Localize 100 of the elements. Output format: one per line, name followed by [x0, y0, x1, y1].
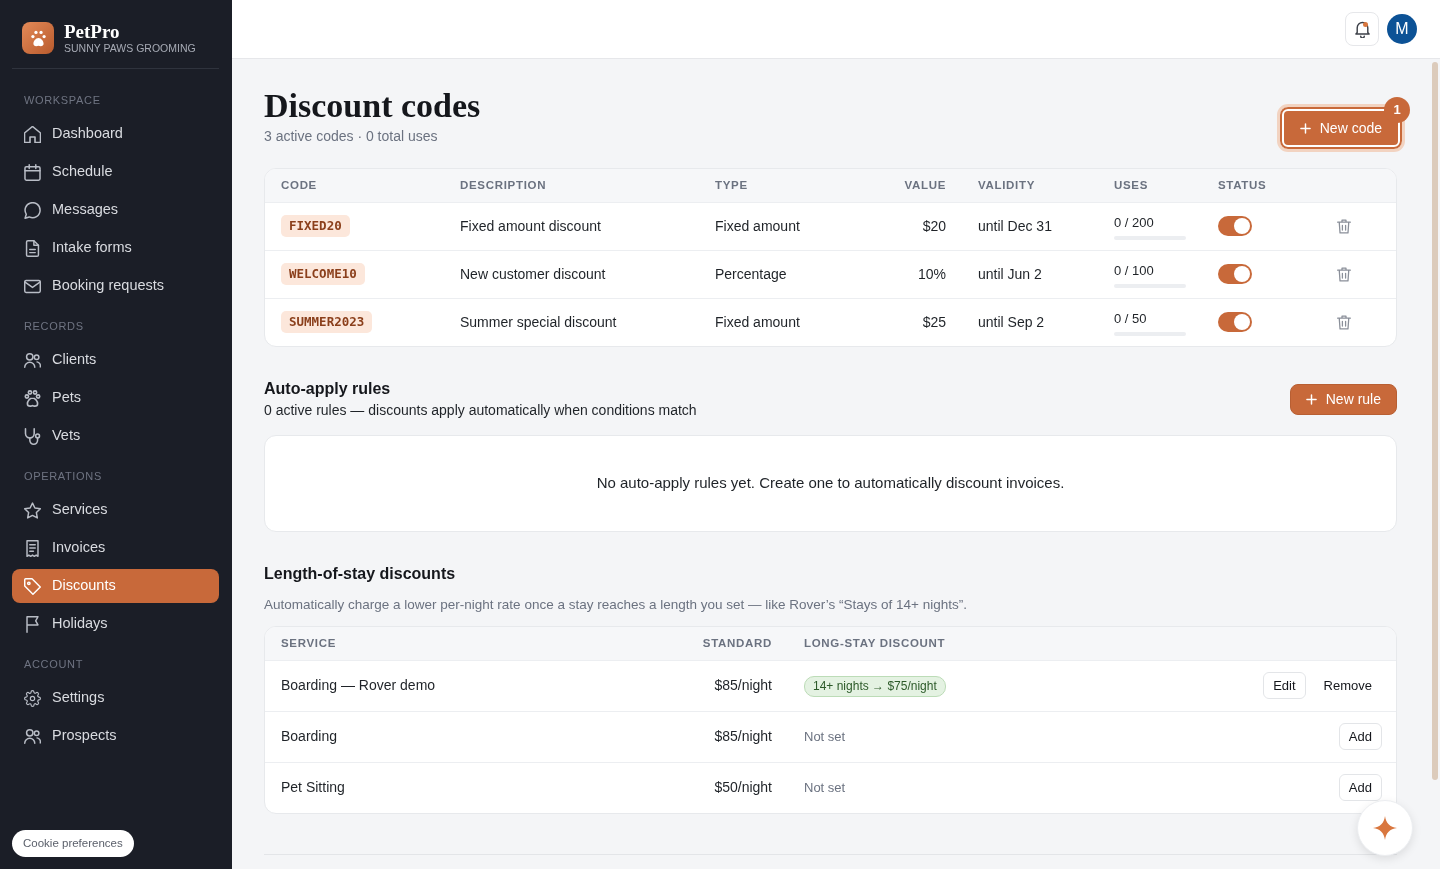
section-subtitle: Automatically charge a lower per-night rate once a stay reaches a length you set — like Rover’s “Stays of 14+ nights”.	[264, 596, 968, 614]
chat-bubble-icon	[24, 201, 41, 219]
cookie-preferences-button[interactable]: Cookie preferences	[12, 830, 134, 857]
table-cell: until Jun 2	[962, 250, 1098, 298]
usage-count: 0 / 50	[1114, 311, 1147, 328]
usage-count: 0 / 100	[1114, 263, 1154, 279]
column-header: TYPE	[699, 169, 851, 202]
tag-icon	[24, 577, 41, 595]
column-header: VALIDITY	[962, 169, 1098, 202]
sidebar-item[interactable]: Dashboard	[12, 117, 219, 151]
table-cell: Percentage	[699, 250, 851, 298]
stethoscope-icon	[24, 427, 41, 445]
table-cell: Fixed amount discount	[444, 202, 699, 250]
discount-code: WELCOME10	[281, 263, 365, 285]
sidebar-item[interactable]: Discounts	[12, 569, 219, 603]
table-cell: Pet Sitting	[265, 762, 601, 813]
sidebar-item[interactable]: Intake forms	[12, 231, 219, 265]
discount-code: FIXED20	[281, 215, 350, 237]
table-cell: Fixed amount	[699, 202, 851, 250]
table-cell: $85/night	[601, 660, 788, 711]
star-icon	[24, 501, 41, 519]
section-title: Length-of-stay discounts	[264, 564, 457, 584]
assistant-button[interactable]	[1357, 800, 1413, 856]
section-label: OPERATIONS	[23, 469, 102, 484]
section-title: Auto-apply rules	[264, 379, 392, 399]
flag-icon	[24, 615, 41, 633]
discount-pill: 14+ nights → $75/night	[804, 675, 946, 697]
table-cell: Boarding — Rover demo	[265, 660, 601, 711]
table-cell: $25	[851, 298, 962, 346]
table-cell: until Dec 31	[962, 202, 1098, 250]
scrollbar-thumb[interactable]	[1432, 62, 1438, 780]
status-text: Not set	[804, 729, 846, 744]
section-label: RECORDS	[23, 319, 84, 334]
table-cell: $50/night	[601, 762, 788, 813]
sidebar-item[interactable]: Prospects	[12, 719, 219, 753]
sidebar-item[interactable]: Holidays	[12, 607, 219, 641]
action-button[interactable]: Add	[1338, 723, 1382, 750]
table-cell: Summer special discount	[444, 298, 699, 346]
trash-icon[interactable]	[1337, 218, 1351, 234]
table-cell: until Sep 2	[962, 298, 1098, 346]
status-toggle[interactable]	[1218, 216, 1252, 236]
sidebar-item[interactable]: Booking requests	[12, 269, 219, 303]
column-header: VALUE	[851, 169, 962, 202]
column-header: STATUS	[1202, 169, 1321, 202]
home-icon	[24, 125, 41, 143]
table-cell: $85/night	[601, 711, 788, 762]
sparkle-icon	[1373, 816, 1397, 840]
table-cell: Boarding	[265, 711, 601, 762]
sidebar-item[interactable]: Messages	[12, 193, 219, 227]
section-label: WORKSPACE	[23, 93, 101, 108]
action-button[interactable]: Edit	[1263, 672, 1306, 699]
envelope-icon	[24, 277, 41, 295]
column-header: CODE	[265, 169, 444, 202]
status-toggle[interactable]	[1218, 264, 1252, 284]
notifications-button[interactable]	[1345, 12, 1379, 46]
sidebar-item[interactable]: Pets	[12, 381, 219, 415]
column-header: STANDARD	[601, 627, 788, 660]
table-cell: $20	[851, 202, 962, 250]
column-header: LONG-STAY DISCOUNT	[788, 627, 1181, 660]
people-icon	[24, 727, 41, 745]
page-title: Discount codes	[264, 86, 481, 126]
user-avatar[interactable]: M	[1387, 14, 1417, 44]
trash-icon[interactable]	[1337, 314, 1351, 330]
trash-icon[interactable]	[1337, 266, 1351, 282]
status-text: Not set	[804, 780, 846, 796]
sidebar-item[interactable]: Settings	[12, 681, 219, 715]
table-cell: Fixed amount	[699, 298, 851, 346]
people-icon	[24, 351, 41, 369]
text-button[interactable]: Remove	[1313, 673, 1382, 698]
plus-icon	[1305, 394, 1317, 405]
receipt-icon	[24, 539, 41, 557]
plus-icon	[1299, 122, 1311, 134]
empty-state-message: No auto-apply rules yet. Create one to automatically discount invoices.	[596, 473, 1065, 494]
page-subtitle: 3 active codes · 0 total uses	[264, 127, 439, 146]
new-rule-button[interactable]: New rule	[1289, 384, 1397, 415]
column-header: SERVICE	[265, 627, 601, 660]
paw-icon	[24, 389, 41, 407]
table-cell: New customer discount	[444, 250, 699, 298]
paw-logo-icon	[22, 22, 54, 54]
usage-count: 0 / 200	[1114, 215, 1154, 231]
section-subtitle: 0 active rules — discounts apply automatically when conditions match	[264, 401, 697, 420]
bell-icon	[1353, 20, 1371, 38]
settings-icon	[24, 689, 41, 707]
sidebar-item[interactable]: Schedule	[12, 155, 219, 189]
document-icon	[24, 239, 41, 257]
column-header: DESCRIPTION	[444, 169, 699, 202]
sidebar-item[interactable]: Services	[12, 493, 219, 527]
status-toggle[interactable]	[1218, 312, 1252, 333]
sidebar-item[interactable]: Clients	[12, 343, 219, 377]
column-header: USES	[1098, 169, 1202, 202]
sidebar-item[interactable]: Vets	[12, 419, 219, 453]
sidebar-item[interactable]: Invoices	[12, 531, 219, 565]
discount-code: SUMMER2023	[281, 311, 373, 334]
section-label: ACCOUNT	[23, 657, 83, 672]
calendar-icon	[24, 163, 41, 181]
count-badge: 1	[1384, 97, 1410, 123]
action-button[interactable]: Add	[1338, 774, 1382, 802]
table-cell: 10%	[851, 250, 962, 298]
brand-name: PetPro	[64, 22, 121, 42]
brand-tagline: SUNNY PAWS GROOMING	[64, 42, 196, 54]
